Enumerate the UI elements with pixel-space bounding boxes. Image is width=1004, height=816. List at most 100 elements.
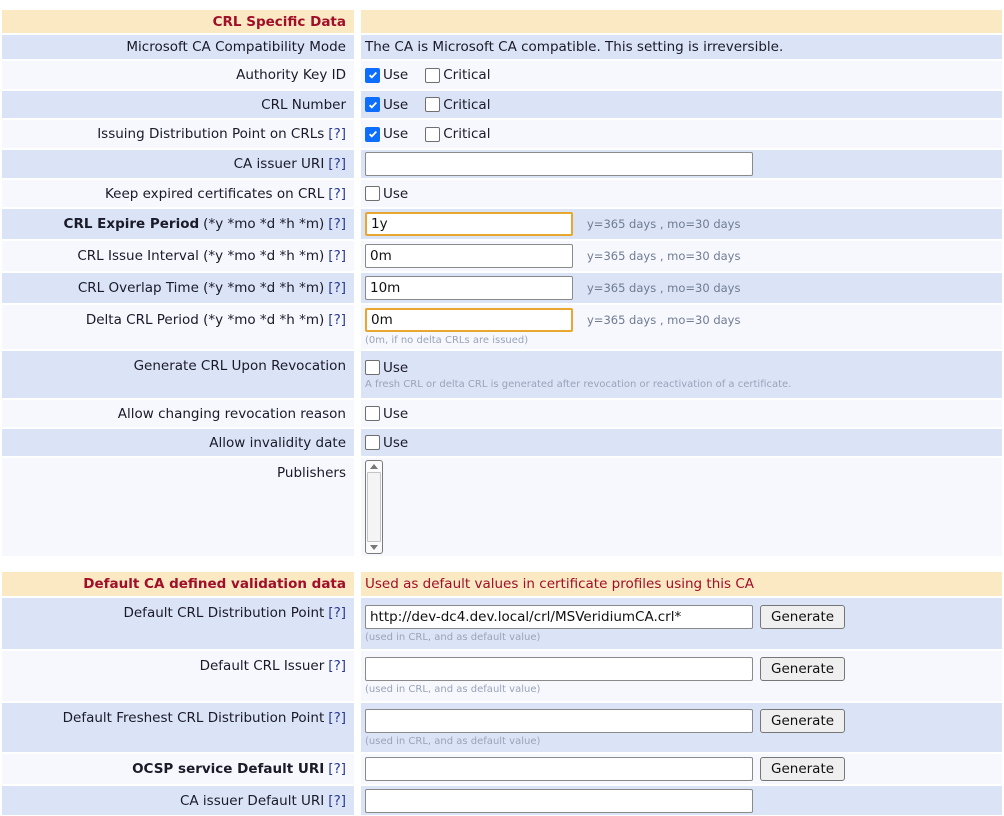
ca-issuer-default-uri-input[interactable] — [365, 789, 753, 813]
ca-issuer-uri-input[interactable] — [365, 152, 753, 176]
use-label[interactable]: Use — [383, 186, 408, 202]
section1-header-left: CRL Specific Data — [2, 10, 354, 33]
scroll-up-icon[interactable] — [370, 464, 378, 469]
help-link[interactable]: [?] — [328, 761, 346, 777]
help-link[interactable]: [?] — [328, 605, 346, 621]
label-text: CA issuer URI — [234, 156, 325, 172]
help-link[interactable]: [?] — [328, 658, 346, 674]
help-link[interactable]: [?] — [328, 312, 346, 328]
period-hint: y=365 days , mo=30 days — [587, 281, 740, 295]
label-crl-overlap-time: CRL Overlap Time (*y *mo *d *h *m) [?] — [2, 273, 354, 303]
crl-overlap-time-content: y=365 days , mo=30 days — [361, 273, 1002, 303]
input-line: Generate — [365, 605, 845, 629]
critical-checkbox[interactable] — [425, 127, 440, 142]
label-ca-issuer-default-uri: CA issuer Default URI [?] — [2, 786, 354, 815]
default-crl-issuer-note: (used in CRL, and as default value) — [365, 684, 540, 695]
generate-button[interactable]: Generate — [760, 709, 845, 733]
help-link[interactable]: [?] — [328, 126, 346, 142]
crl-issue-interval-content: y=365 days , mo=30 days — [361, 241, 1002, 271]
crl-expire-period-content: y=365 days , mo=30 days — [361, 209, 1002, 239]
use-checkbox-group: Use — [365, 126, 408, 142]
period-hint: y=365 days , mo=30 days — [587, 313, 740, 327]
default-crl-distribution-point-input[interactable] — [365, 605, 753, 629]
keep-expired-content: Use — [361, 180, 1002, 207]
use-checkbox[interactable] — [365, 435, 380, 450]
use-label[interactable]: Use — [383, 406, 408, 422]
critical-checkbox-group: Critical — [425, 126, 490, 142]
use-checkbox[interactable] — [365, 406, 380, 421]
use-checkbox-group: Use — [365, 360, 408, 376]
label-text: Issuing Distribution Point on CRLs — [97, 126, 324, 142]
scroll-down-icon[interactable] — [370, 545, 378, 550]
use-checkbox-group: Use — [365, 67, 408, 83]
check-icon — [368, 129, 378, 139]
label-text: CA issuer Default URI — [180, 793, 324, 809]
ocsp-service-default-uri-input[interactable] — [365, 757, 753, 781]
use-label[interactable]: Use — [383, 67, 408, 83]
critical-label[interactable]: Critical — [443, 126, 490, 142]
section1-title: CRL Specific Data — [213, 14, 346, 30]
generate-button[interactable]: Generate — [760, 605, 845, 629]
help-link[interactable]: [?] — [328, 216, 346, 232]
crl-specific-data-table: CRL Specific Data Microsoft CA Compatibi… — [2, 10, 1002, 556]
crl-overlap-time-input[interactable] — [365, 276, 573, 300]
crl-issue-interval-input[interactable] — [365, 244, 573, 268]
help-link[interactable]: [?] — [328, 156, 346, 172]
label-delta-crl-period: Delta CRL Period (*y *mo *d *h *m) [?] — [2, 305, 354, 349]
critical-checkbox[interactable] — [425, 97, 440, 112]
label-text: Microsoft CA Compatibility Mode — [126, 39, 346, 55]
generate-crl-upon-revocation-content: Use A fresh CRL or delta CRL is generate… — [361, 351, 1002, 398]
label-allow-changing-revocation-reason: Allow changing revocation reason — [2, 400, 354, 427]
use-label[interactable]: Use — [383, 126, 408, 142]
use-checkbox[interactable] — [365, 186, 380, 201]
scrollbar-track[interactable] — [367, 472, 381, 542]
label-default-crl-issuer: Default CRL Issuer [?] — [2, 651, 354, 701]
help-link[interactable]: [?] — [328, 793, 346, 809]
generate-button[interactable]: Generate — [760, 657, 845, 681]
use-checkbox[interactable] — [365, 97, 380, 112]
label-text: Allow invalidity date — [209, 435, 346, 451]
input-line: Generate — [365, 709, 845, 733]
use-label[interactable]: Use — [383, 97, 408, 113]
section1-header-right — [361, 10, 1002, 33]
ocsp-service-default-uri-content: Generate — [361, 754, 1002, 784]
allow-invalidity-date-content: Use — [361, 429, 1002, 456]
label-allow-invalidity-date: Allow invalidity date — [2, 429, 354, 456]
default-freshest-crl-distribution-point-content: Generate (used in CRL, and as default va… — [361, 703, 1002, 752]
label-text: Default CRL Distribution Point — [123, 605, 324, 621]
generate-button[interactable]: Generate — [760, 757, 845, 781]
use-label[interactable]: Use — [383, 435, 408, 451]
ca-issuer-default-uri-content — [361, 786, 1002, 815]
critical-checkbox-group: Critical — [425, 67, 490, 83]
critical-checkbox[interactable] — [425, 68, 440, 83]
critical-label[interactable]: Critical — [443, 67, 490, 83]
use-checkbox[interactable] — [365, 360, 380, 375]
period-hint: y=365 days , mo=30 days — [587, 217, 740, 231]
label-text-bold: CRL Expire Period — [64, 216, 200, 232]
label-text: Authority Key ID — [236, 67, 346, 83]
use-checkbox[interactable] — [365, 127, 380, 142]
help-link[interactable]: [?] — [328, 280, 346, 296]
crl-expire-period-input[interactable] — [365, 212, 573, 236]
default-freshest-crl-distribution-point-note: (used in CRL, and as default value) — [365, 736, 540, 747]
use-label[interactable]: Use — [383, 360, 408, 376]
use-checkbox[interactable] — [365, 68, 380, 83]
label-text: CRL Issue Interval (*y *mo *d *h *m) — [77, 248, 324, 264]
label-text: Keep expired certificates on CRL — [105, 186, 324, 202]
default-crl-issuer-input[interactable] — [365, 657, 753, 681]
help-link[interactable]: [?] — [328, 248, 346, 264]
delta-crl-period-note: (0m, if no delta CRLs are issued) — [365, 335, 528, 346]
default-freshest-crl-distribution-point-input[interactable] — [365, 709, 753, 733]
label-issuing-distribution-point-on-crls: Issuing Distribution Point on CRLs [?] — [2, 120, 354, 148]
delta-crl-period-input[interactable] — [365, 308, 573, 332]
critical-label[interactable]: Critical — [443, 97, 490, 113]
label-crl-number: CRL Number — [2, 91, 354, 118]
section2-subtitle: Used as default values in certificate pr… — [365, 576, 754, 592]
label-ca-issuer-uri: CA issuer URI [?] — [2, 150, 354, 178]
help-link[interactable]: [?] — [328, 186, 346, 202]
help-link[interactable]: [?] — [328, 710, 346, 726]
publishers-listbox[interactable] — [365, 460, 383, 554]
input-line: Generate — [365, 657, 845, 681]
label-text-rest: (*y *mo *d *h *m) — [203, 216, 324, 232]
label-text: Delta CRL Period (*y *mo *d *h *m) — [86, 312, 324, 328]
